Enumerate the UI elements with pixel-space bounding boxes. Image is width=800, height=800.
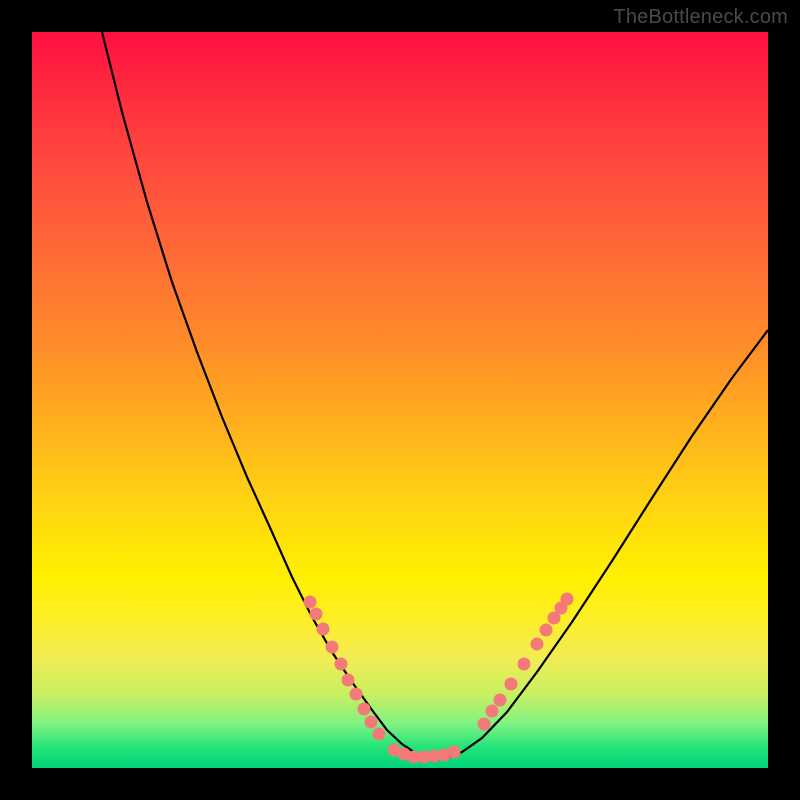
curve-marker	[478, 718, 491, 731]
curve-marker	[365, 716, 378, 729]
curve-marker	[505, 678, 518, 691]
curve-marker	[304, 596, 317, 609]
curve-marker	[350, 688, 363, 701]
curve-marker	[486, 705, 499, 718]
curve-marker	[326, 641, 339, 654]
curve-marker	[317, 623, 330, 636]
curve-marker	[494, 694, 507, 707]
curve-marker	[373, 728, 386, 741]
curve-marker	[335, 658, 348, 671]
curve-marker	[358, 703, 371, 716]
curve-marker	[310, 608, 323, 621]
curve-layer	[32, 32, 768, 768]
watermark-text: TheBottleneck.com	[613, 6, 788, 29]
curve-marker	[342, 674, 355, 687]
curve-marker	[540, 624, 553, 637]
curve-marker	[561, 593, 574, 606]
curve-marker	[518, 658, 531, 671]
bottleneck-curve	[102, 32, 768, 760]
plot-area	[32, 32, 768, 768]
curve-marker	[531, 638, 544, 651]
curve-marker	[448, 746, 461, 759]
chart-frame: TheBottleneck.com	[0, 0, 800, 800]
